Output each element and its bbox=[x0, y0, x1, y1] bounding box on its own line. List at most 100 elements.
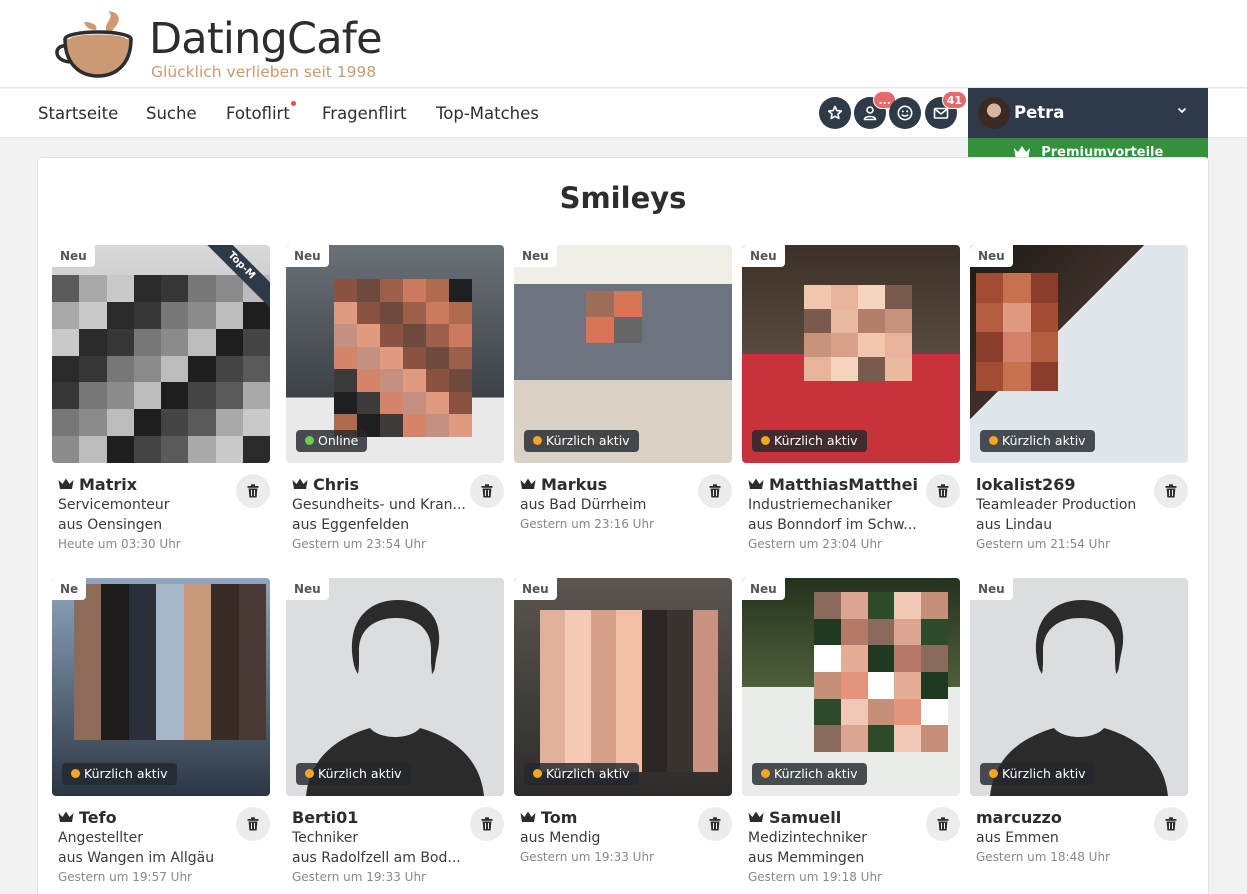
smiley-card: Neu Kürzlich aktiv MatthiasMatthei Industri… bbox=[742, 245, 960, 555]
profile-detail-1: Gesundheits- und Kran... bbox=[292, 497, 466, 513]
name-row: Berti01 bbox=[292, 806, 462, 828]
profile-photo[interactable]: Neu Kürzlich aktiv bbox=[742, 245, 960, 463]
smiley-timestamp: Gestern um 19:18 Uhr bbox=[748, 870, 882, 884]
name-row: Markus bbox=[520, 473, 690, 495]
smiley-card: Neu Kürzlich aktiv Berti01 Techniker aus Rad… bbox=[286, 578, 504, 888]
smiley-icon bbox=[897, 105, 913, 121]
profile-name[interactable]: Matrix bbox=[79, 475, 137, 494]
delete-button[interactable] bbox=[236, 807, 270, 841]
profile-photo[interactable]: Ne Kürzlich aktiv bbox=[52, 578, 270, 796]
activity-status-badge: Kürzlich aktiv bbox=[980, 430, 1095, 452]
profile-name[interactable]: Chris bbox=[313, 475, 359, 494]
smiley-card: Neu Kürzlich aktiv marcuzzo aus Emmen Gester… bbox=[970, 578, 1188, 888]
new-badge: Ne bbox=[52, 578, 87, 600]
profile-detail-2: aus Eggenfelden bbox=[292, 517, 410, 533]
new-badge: Neu bbox=[742, 578, 785, 600]
smiley-timestamp: Gestern um 19:33 Uhr bbox=[520, 850, 654, 864]
activity-status-badge: Online bbox=[296, 430, 368, 452]
trash-icon bbox=[481, 484, 493, 498]
name-row: Matrix bbox=[58, 473, 228, 495]
activity-status-badge: Kürzlich aktiv bbox=[752, 763, 867, 785]
profile-photo[interactable]: Neu Top-M bbox=[52, 245, 270, 463]
profile-photo[interactable]: Neu Kürzlich aktiv bbox=[970, 245, 1188, 463]
delete-button[interactable] bbox=[1154, 807, 1188, 841]
crown-icon bbox=[520, 811, 536, 822]
profile-name[interactable]: MatthiasMatthei bbox=[769, 475, 918, 494]
delete-button[interactable] bbox=[698, 474, 732, 508]
brand-tagline: Glücklich verlieben seit 1998 bbox=[151, 63, 377, 81]
profile-detail-1: Industriemechaniker bbox=[748, 497, 892, 513]
trash-icon bbox=[709, 484, 721, 498]
trash-icon bbox=[247, 484, 259, 498]
user-menu-dropdown[interactable]: Petra bbox=[968, 88, 1208, 138]
activity-status-badge: Kürzlich aktiv bbox=[980, 763, 1095, 785]
pixelated-face bbox=[52, 275, 270, 463]
nav-fotoflirt-label: Fotoflirt bbox=[226, 104, 290, 123]
profile-name[interactable]: Markus bbox=[541, 475, 607, 494]
favorites-button[interactable] bbox=[819, 97, 851, 129]
new-badge: Neu bbox=[514, 578, 557, 600]
pixelated-face bbox=[334, 279, 472, 437]
profile-name[interactable]: lokalist269 bbox=[976, 475, 1075, 494]
profile-photo[interactable]: Neu Kürzlich aktiv bbox=[514, 245, 732, 463]
nav-fragenflirt[interactable]: Fragenflirt bbox=[322, 104, 407, 123]
delete-button[interactable] bbox=[926, 474, 960, 508]
profile-detail-2: aus Bonndorf im Schw... bbox=[748, 517, 917, 533]
pixelated-face bbox=[814, 592, 948, 752]
profile-detail-2: aus Oensingen bbox=[58, 517, 163, 533]
profile-detail-1: Servicemonteur bbox=[58, 497, 170, 513]
name-row: Samuell bbox=[748, 806, 918, 828]
crown-icon bbox=[748, 478, 764, 489]
notification-dot bbox=[290, 101, 296, 106]
nav-top-matches[interactable]: Top-Matches bbox=[436, 104, 539, 123]
datingcafe-logo[interactable]: DatingCafe Glücklich verlieben seit 1998 bbox=[52, 8, 392, 84]
delete-button[interactable] bbox=[470, 474, 504, 508]
messages-button[interactable]: 41 bbox=[925, 91, 967, 129]
profile-name[interactable]: Tom bbox=[541, 808, 577, 827]
activity-status-badge: Kürzlich aktiv bbox=[524, 430, 639, 452]
smiley-timestamp: Gestern um 23:16 Uhr bbox=[520, 517, 654, 531]
delete-button[interactable] bbox=[470, 807, 504, 841]
profile-name[interactable]: Tefo bbox=[79, 808, 117, 827]
profile-name[interactable]: Samuell bbox=[769, 808, 841, 827]
new-badge: Neu bbox=[286, 245, 329, 267]
profile-detail-1: aus Mendig bbox=[520, 830, 601, 846]
profile-photo[interactable]: Neu Kürzlich aktiv bbox=[514, 578, 732, 796]
profile-detail-2: aus Radolfzell am Bod... bbox=[292, 850, 461, 866]
profile-name[interactable]: Berti01 bbox=[292, 808, 358, 827]
smileys-button[interactable] bbox=[889, 97, 921, 129]
activity-status-badge: Kürzlich aktiv bbox=[524, 763, 639, 785]
profile-photo[interactable]: Neu Kürzlich aktiv bbox=[970, 578, 1188, 796]
user-avatar bbox=[978, 97, 1010, 129]
profile-detail-1: aus Emmen bbox=[976, 830, 1059, 846]
trash-icon bbox=[247, 817, 259, 831]
profile-photo[interactable]: Neu Online bbox=[286, 245, 504, 463]
smiley-timestamp: Gestern um 21:54 Uhr bbox=[976, 537, 1110, 551]
crown-icon bbox=[748, 811, 764, 822]
nav-startseite[interactable]: Startseite bbox=[38, 104, 118, 123]
profile-name[interactable]: marcuzzo bbox=[976, 808, 1062, 827]
trash-icon bbox=[481, 817, 493, 831]
delete-button[interactable] bbox=[926, 807, 960, 841]
visitors-icon bbox=[863, 106, 877, 121]
nav-fotoflirt[interactable]: Fotoflirt bbox=[226, 101, 296, 123]
activity-status-badge: Kürzlich aktiv bbox=[296, 763, 411, 785]
smiley-card: Neu Kürzlich aktiv Samuell Medizintechniker… bbox=[742, 578, 960, 888]
delete-button[interactable] bbox=[236, 474, 270, 508]
delete-button[interactable] bbox=[698, 807, 732, 841]
visitors-button[interactable]: ... bbox=[854, 91, 896, 129]
smiley-timestamp: Gestern um 19:57 Uhr bbox=[58, 870, 192, 884]
activity-status-badge: Kürzlich aktiv bbox=[752, 430, 867, 452]
new-badge: Neu bbox=[742, 245, 785, 267]
pixelated-face bbox=[74, 584, 266, 740]
smileys-panel: Smileys Neu Top-M Matrix Servicemonteur aus … bbox=[37, 157, 1209, 894]
profile-detail-2: aus Memmingen bbox=[748, 850, 865, 866]
messages-badge: 41 bbox=[941, 91, 967, 109]
crown-icon bbox=[520, 478, 536, 489]
profile-photo[interactable]: Neu Kürzlich aktiv bbox=[742, 578, 960, 796]
delete-button[interactable] bbox=[1154, 474, 1188, 508]
profile-detail-1: Medizintechniker bbox=[748, 830, 867, 846]
page-title: Smileys bbox=[559, 181, 687, 215]
nav-suche[interactable]: Suche bbox=[146, 104, 197, 123]
profile-photo[interactable]: Neu Kürzlich aktiv bbox=[286, 578, 504, 796]
